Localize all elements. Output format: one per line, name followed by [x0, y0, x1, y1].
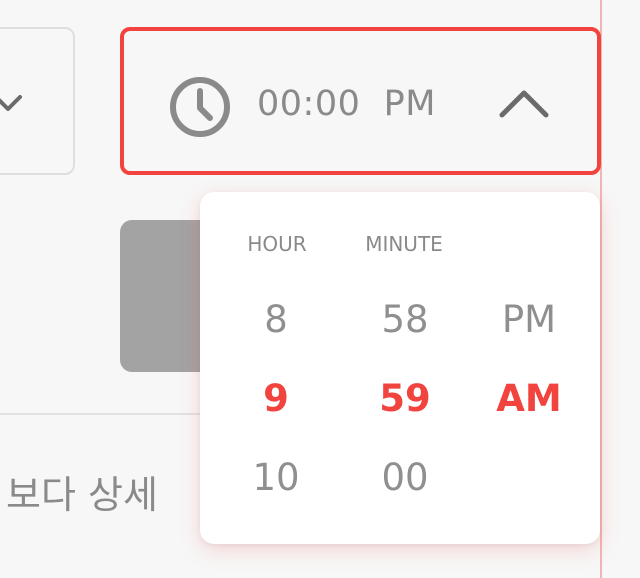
- time-field[interactable]: 00:00 PM: [120, 27, 601, 175]
- chevron-down-icon[interactable]: [0, 85, 36, 121]
- hour-option[interactable]: 10: [216, 453, 336, 503]
- time-picker-dropdown: HOUR MINUTE 8 9 10 58 59 00 PM AM: [200, 192, 600, 544]
- chevron-up-icon[interactable]: [496, 83, 552, 123]
- minute-option[interactable]: 00: [345, 453, 465, 503]
- divider: [0, 413, 200, 415]
- clock-icon: [170, 77, 230, 137]
- hour-option[interactable]: 8: [216, 295, 336, 345]
- time-value: 00:00 PM: [257, 84, 436, 124]
- minute-column-header: MINUTE: [365, 232, 443, 256]
- meridiem-option-selected[interactable]: AM: [469, 374, 589, 424]
- hour-column-header: HOUR: [247, 232, 307, 256]
- minute-option-selected[interactable]: 59: [345, 374, 465, 424]
- meridiem-option[interactable]: PM: [469, 295, 589, 345]
- minute-option[interactable]: 58: [345, 295, 465, 345]
- hour-option-selected[interactable]: 9: [216, 374, 336, 424]
- description-text: 보다 상세: [6, 473, 158, 517]
